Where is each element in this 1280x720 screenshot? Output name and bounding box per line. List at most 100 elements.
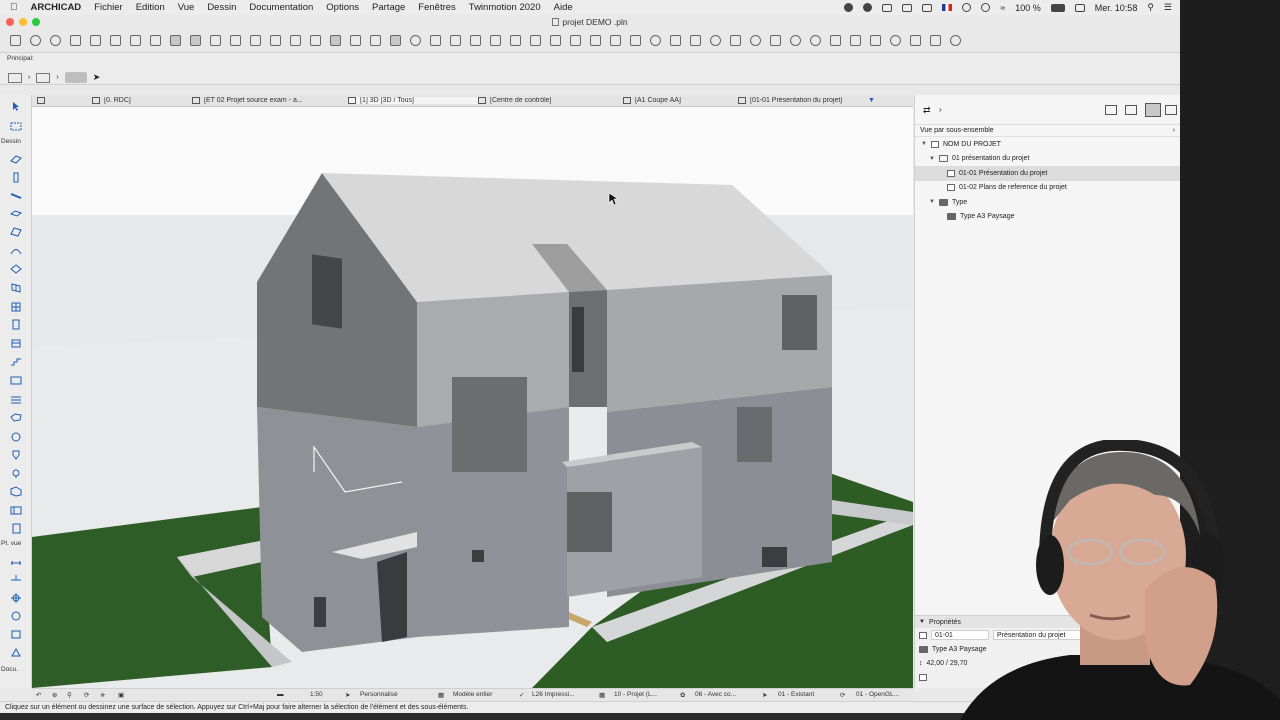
publisher-icon[interactable] [470,35,481,46]
beam-tool-icon[interactable] [10,190,22,201]
disclosure-triangle-icon[interactable]: ▼ [919,619,925,625]
layers-icon[interactable] [290,35,301,46]
disclosure-triangle-icon[interactable]: ▼ [921,141,927,147]
corner-window-tool-icon[interactable] [10,338,22,349]
visibility-icon[interactable] [910,35,921,46]
scale-value[interactable]: 1:50 [310,691,323,698]
app-menu[interactable]: ARCHICAD [31,2,82,13]
info-icon[interactable] [710,35,721,46]
twinmotion-icon[interactable] [950,35,961,46]
pick-up-icon[interactable] [70,35,81,46]
layout-tool-icon[interactable] [10,505,22,516]
tree-item-01-02[interactable]: 01-02 Plans de reference du projet [915,181,1180,196]
menu-edition[interactable]: Edition [136,2,165,13]
menu-fenetres[interactable]: Fenêtres [418,2,456,13]
tab-grid-toggle[interactable] [32,97,92,104]
materials-icon[interactable] [750,35,761,46]
menu-documentation[interactable]: Documentation [249,2,313,13]
book-icon[interactable] [730,35,741,46]
split-icon[interactable] [570,35,581,46]
dimension-tool-icon[interactable] [10,555,22,566]
layer-combination[interactable]: Personnalisé [360,691,398,698]
publisher-sets-icon[interactable] [1165,105,1177,115]
grid-snap-icon[interactable] [210,35,221,46]
railing-tool-icon[interactable] [10,375,22,386]
arrow-tool-icon[interactable] [10,101,22,112]
cube-tool-icon[interactable] [10,486,22,497]
apple-icon[interactable]:  [10,2,18,13]
arrow-selection-icon[interactable] [8,72,22,83]
marquee-icon[interactable] [390,35,401,46]
walk-icon[interactable]: ✯ [100,691,105,699]
inject-icon[interactable] [90,35,101,46]
teamwork-icon[interactable] [830,35,841,46]
suspend-groups-icon[interactable] [230,35,241,46]
stretch-icon[interactable] [550,35,561,46]
model-view-options[interactable]: 10 - Projet (L... [614,691,657,698]
save-icon[interactable] [10,35,21,46]
menu-dessin[interactable]: Dessin [207,2,236,13]
undo-icon[interactable] [30,35,41,46]
sync-icon[interactable] [890,35,901,46]
select-3d-icon[interactable] [330,35,341,46]
zoom-in-icon[interactable]: ⊕ [52,691,57,699]
control-center-icon[interactable]: ☰ [1164,2,1172,13]
curtain-wall-tool-icon[interactable] [10,282,22,293]
tree-item-type-a3[interactable]: Type A3 Paysage [915,210,1180,225]
tree-item-project[interactable]: ▼ NOM DU PROJET [915,137,1180,152]
tree-item-01-presentation[interactable]: ▼ 01 présentation du projet [915,152,1180,167]
column-tool-icon[interactable] [10,172,22,183]
tree-item-01-01[interactable]: 01-01 Présentation du projet [915,166,1180,181]
renovation-filter[interactable]: 01 - Existant [778,691,814,698]
model-display[interactable]: Modèle entier [453,691,492,698]
redo-icon[interactable] [50,35,61,46]
scissors-icon[interactable] [490,35,501,46]
guide-line-icon[interactable] [150,35,161,46]
tree-item-type[interactable]: ▼ Type [915,195,1180,210]
trace-icon[interactable] [270,35,281,46]
zone-tool-icon[interactable] [10,412,22,423]
spotlight-icon[interactable]: ⚲ [1147,2,1154,13]
tab-presentation[interactable]: [01-01 Présentation du projet] [738,97,868,104]
dropbox-icon[interactable] [882,3,893,12]
3d-engine[interactable]: 01 - OpenGL... [856,691,899,698]
menu-lines-icon[interactable] [930,35,941,46]
cloud-icon[interactable] [863,3,873,12]
chevron-right-icon[interactable]: › [28,74,30,81]
keyboard-icon[interactable] [1074,3,1085,12]
marquee-tool-icon[interactable] [10,121,22,132]
volume-icon[interactable] [922,3,933,12]
object-tool-icon[interactable] [10,449,22,460]
render-icon[interactable] [650,35,661,46]
minimize-button[interactable] [19,18,27,26]
zoom-out-icon[interactable]: ⚲ [67,691,72,699]
wall-tool-icon[interactable] [10,153,22,164]
engine-icon[interactable]: ⟳ [840,691,845,699]
lamp-tool-icon[interactable] [10,468,22,479]
pen-set[interactable]: L26 Impressi... [532,691,575,698]
door-tool-icon[interactable] [10,301,22,312]
pen-set-icon[interactable]: ✓ [519,691,524,699]
stair-tool-icon[interactable] [10,356,22,367]
explode-icon[interactable] [370,35,381,46]
time-machine-icon[interactable] [962,3,972,12]
navigator-menu-icon[interactable]: ⇄ [923,105,931,116]
model-view-icon[interactable]: ▦ [599,691,605,699]
surface-icon[interactable] [770,35,781,46]
model-icon[interactable]: ▦ [438,691,444,699]
hide-icon[interactable] [690,35,701,46]
group-icon[interactable] [250,35,261,46]
text-tool-icon[interactable] [10,592,22,603]
ruler-icon[interactable]: ▬ [277,691,284,698]
filter-icon[interactable] [670,35,681,46]
display-icon[interactable] [902,3,913,12]
menu-vue[interactable]: Vue [178,2,195,13]
bluetooth-icon[interactable] [981,3,991,12]
wifi-icon[interactable]: ≈ [1000,3,1005,13]
tab-3d[interactable]: [1] 3D [3D / Tous] [348,97,478,104]
menu-options[interactable]: Options [326,2,359,13]
elevation-icon[interactable] [630,35,641,46]
layout-book-icon[interactable] [1145,103,1161,117]
battery-level[interactable]: 100 % [1015,3,1041,13]
morph-tool-icon[interactable] [10,431,22,442]
